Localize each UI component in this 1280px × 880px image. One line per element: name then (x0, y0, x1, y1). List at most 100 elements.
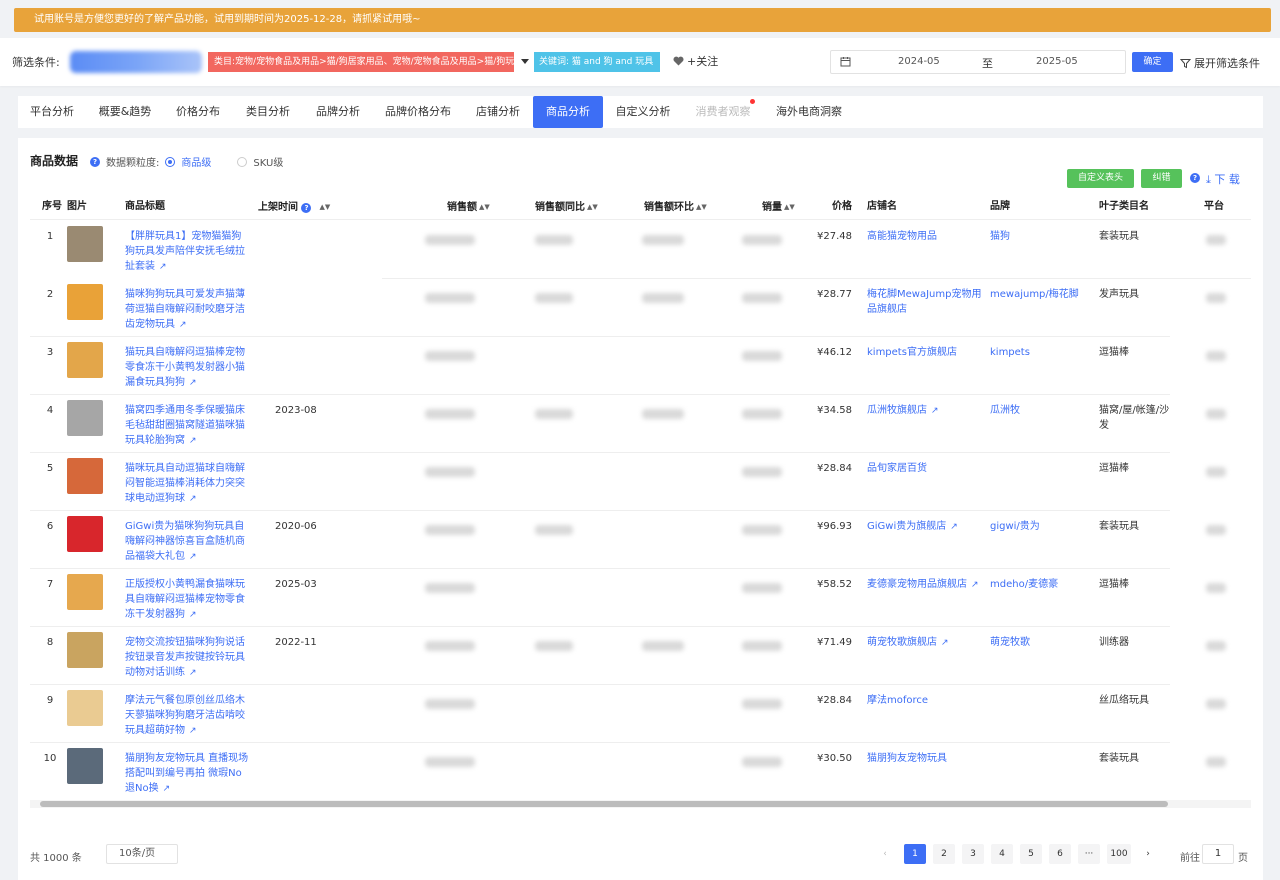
col-list-time[interactable]: 上架时间 ? ▲▼ (258, 194, 330, 220)
col-sales-yoy[interactable]: 销售额同比 ▲▼ (535, 194, 598, 220)
tab-product[interactable]: 商品分析 (533, 96, 603, 128)
help-icon[interactable]: ? (90, 156, 100, 167)
shop-name-link[interactable]: 瓜洲牧旗舰店 ↗ (867, 403, 985, 419)
correct-button[interactable]: 纠错 (1141, 169, 1182, 188)
brand-link[interactable]: 萌宠牧歌 (990, 635, 1090, 650)
product-title-link[interactable]: GiGwi贵为猫咪狗狗玩具自嗨解闷神器惊喜盲盒随机商品福袋大礼包 ↗ (125, 519, 249, 565)
confirm-button[interactable]: 确定 (1132, 52, 1173, 72)
brand-link[interactable]: mdeho/麦德豪 (990, 577, 1090, 592)
shop-name-link[interactable]: 摩法moforce (867, 693, 985, 708)
external-link-icon[interactable]: ↗ (189, 724, 197, 739)
shop-name-link[interactable]: 高能猫宠物用品 (867, 229, 985, 244)
keyword-filter-tag[interactable]: 关键词: 猫 and 狗 and 玩具 (534, 52, 660, 72)
sort-icon[interactable]: ▲▼ (479, 194, 490, 220)
category-filter-tag[interactable]: 类目:宠物/宠物食品及用品>猫/狗居家用品、宠物/宠物食品及用品>猫/狗玩具 (208, 52, 514, 72)
help-icon[interactable]: ? (1190, 173, 1200, 183)
tab-shop[interactable]: 店铺分析 (468, 96, 528, 128)
expand-filters-button[interactable]: 展开筛选条件 (1180, 55, 1260, 71)
product-image[interactable] (67, 400, 103, 436)
product-title-link[interactable]: 猫咪狗狗玩具可爱发声猫薄荷逗猫自嗨解闷耐咬磨牙洁齿宠物玩具 ↗ (125, 287, 249, 333)
product-image[interactable] (67, 516, 103, 552)
tab-overview[interactable]: 概要&趋势 (92, 96, 158, 128)
product-title-link[interactable]: 猫窝四季通用冬季保暖猫床毛毡甜甜圈猫窝隧道猫咪猫玩具轮胎狗窝 ↗ (125, 403, 249, 449)
brand-link[interactable]: 瓜洲牧 (990, 403, 1090, 418)
brand-link[interactable]: mewajump/梅花脚 (990, 287, 1090, 302)
page-ellipsis[interactable]: ··· (1078, 844, 1100, 864)
sort-icon[interactable]: ▲▼ (784, 194, 795, 220)
date-to-value[interactable]: 2025-05 (1036, 56, 1078, 67)
external-link-icon[interactable]: ↗ (189, 492, 197, 507)
product-title-link[interactable]: 【胖胖玩具1】宠物猫猫狗狗玩具发声陪伴安抚毛绒拉扯套装 ↗ (125, 229, 249, 275)
external-link-icon[interactable]: ↗ (159, 260, 167, 275)
prev-page-button[interactable]: ‹ (874, 844, 896, 864)
external-link-icon[interactable]: ↗ (931, 404, 939, 419)
col-sales-mom[interactable]: 销售额环比 ▲▼ (644, 194, 707, 220)
tab-category[interactable]: 类目分析 (238, 96, 298, 128)
date-from-value[interactable]: 2024-05 (898, 56, 940, 67)
shop-name-link[interactable]: 品旬家居百货 (867, 461, 985, 476)
download-button[interactable]: ⤓ 下 载 (1206, 171, 1240, 187)
external-link-icon[interactable]: ↗ (189, 666, 197, 681)
external-link-icon[interactable]: ↗ (189, 376, 197, 391)
external-link-icon[interactable]: ↗ (189, 550, 197, 565)
help-icon[interactable]: ? (301, 203, 312, 213)
page-button[interactable]: 4 (991, 844, 1013, 864)
page-size-select[interactable]: 10条/页 (106, 844, 178, 864)
page-button[interactable]: 100 (1107, 844, 1131, 864)
product-image[interactable] (67, 284, 103, 320)
product-title-link[interactable]: 摩法元气餐包原创丝瓜络木天蓼猫咪狗狗磨牙洁齿啃咬玩具超萌好物 ↗ (125, 693, 249, 739)
external-link-icon[interactable]: ↗ (971, 578, 979, 593)
brand-link[interactable]: gigwi/贵为 (990, 519, 1090, 534)
shop-name-link[interactable]: kimpets官方旗舰店 (867, 345, 985, 360)
horizontal-scrollbar[interactable] (30, 800, 1251, 808)
radio-product-level[interactable] (165, 156, 176, 167)
shop-name-link[interactable]: 麦德豪宠物用品旗舰店 ↗ (867, 577, 985, 593)
product-title-link[interactable]: 猫朋狗友宠物玩具 直播现场搭配叫到编号再拍 微瑕No退No换 ↗ (125, 751, 249, 797)
next-page-button[interactable]: › (1137, 844, 1159, 864)
product-image[interactable] (67, 690, 103, 726)
external-link-icon[interactable]: ↗ (189, 434, 197, 449)
shop-name-link[interactable]: GiGwi贵为旗舰店 ↗ (867, 519, 985, 535)
product-image[interactable] (67, 574, 103, 610)
sort-icon[interactable]: ▲▼ (319, 194, 330, 220)
date-range-picker[interactable]: 2024-05 至 2025-05 (830, 50, 1126, 74)
product-title-link[interactable]: 宠物交流按钮猫咪狗狗说话按钮录音发声按键按铃玩具动物对话训练 ↗ (125, 635, 249, 681)
product-image[interactable] (67, 632, 103, 668)
tab-custom[interactable]: 自定义分析 (608, 96, 678, 128)
product-title-link[interactable]: 猫咪玩具自动逗猫球自嗨解闷智能逗猫棒消耗体力突突球电动逗狗球 ↗ (125, 461, 249, 507)
shop-name-link[interactable]: 梅花脚MewaJump宠物用品旗舰店 (867, 287, 985, 317)
product-image[interactable] (67, 458, 103, 494)
shop-name-link[interactable]: 萌宠牧歌旗舰店 ↗ (867, 635, 985, 651)
shop-name-link[interactable]: 猫朋狗友宠物玩具 (867, 751, 985, 766)
tab-overseas[interactable]: 海外电商洞察 (768, 96, 850, 128)
tab-platform[interactable]: 平台分析 (22, 96, 82, 128)
col-sales[interactable]: 销售额 ▲▼ (447, 194, 490, 220)
external-link-icon[interactable]: ↗ (189, 608, 197, 623)
brand-link[interactable]: 猫狗 (990, 229, 1090, 244)
page-button[interactable]: 3 (962, 844, 984, 864)
external-link-icon[interactable]: ↗ (941, 636, 949, 651)
product-image[interactable] (67, 226, 103, 262)
blurred-filter-tag[interactable] (70, 51, 202, 73)
follow-button[interactable]: +关注 (673, 53, 718, 69)
sort-icon[interactable]: ▲▼ (587, 194, 598, 220)
page-button[interactable]: 6 (1049, 844, 1071, 864)
custom-columns-button[interactable]: 自定义表头 (1067, 169, 1134, 188)
external-link-icon[interactable]: ↗ (950, 520, 958, 535)
page-button[interactable]: 2 (933, 844, 955, 864)
product-title-link[interactable]: 猫玩具自嗨解闷逗猫棒宠物零食冻干小黄鸭发射器小猫漏食玩具狗狗 ↗ (125, 345, 249, 391)
option-product-label[interactable]: 商品级 (181, 154, 211, 169)
scrollbar-thumb[interactable] (40, 801, 1168, 807)
tab-consumer[interactable]: 消费者观察 (688, 96, 758, 128)
col-volume[interactable]: 销量 ▲▼ (762, 194, 795, 220)
brand-link[interactable]: kimpets (990, 345, 1090, 360)
chevron-down-icon[interactable] (521, 59, 529, 64)
page-button[interactable]: 5 (1020, 844, 1042, 864)
tab-price-distribution[interactable]: 价格分布 (168, 96, 228, 128)
product-image[interactable] (67, 748, 103, 784)
external-link-icon[interactable]: ↗ (179, 318, 187, 333)
page-button[interactable]: 1 (904, 844, 926, 864)
tab-brand[interactable]: 品牌分析 (308, 96, 368, 128)
tab-brand-price[interactable]: 品牌价格分布 (378, 96, 458, 128)
sort-icon[interactable]: ▲▼ (696, 194, 707, 220)
